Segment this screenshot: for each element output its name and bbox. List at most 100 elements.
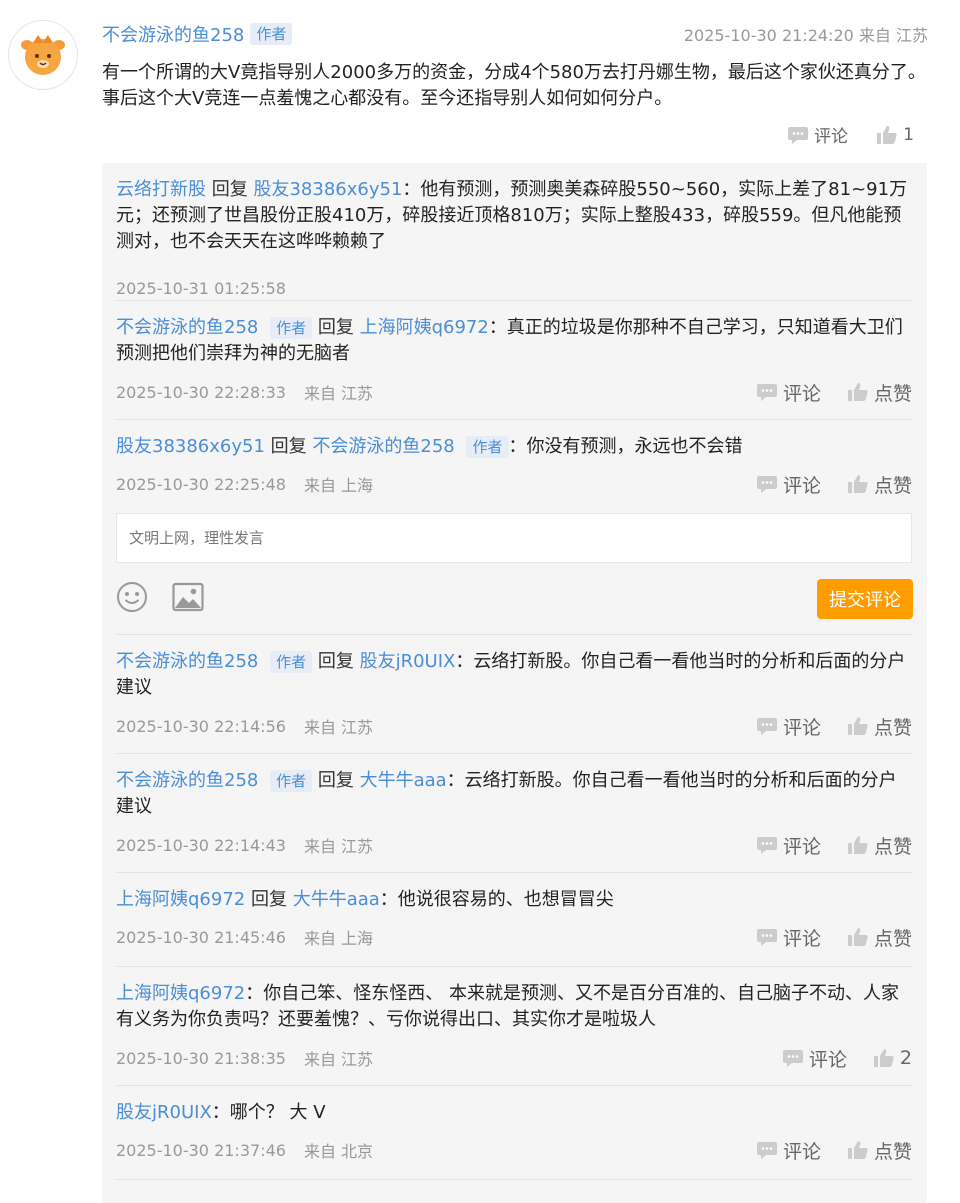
reply-text: ：哪个？ 大 V — [211, 1102, 326, 1123]
reply-target[interactable]: 大牛牛aaa — [360, 770, 447, 791]
comment-icon — [756, 718, 777, 735]
reply-item: 股友jR0UIX：哪个？ 大 V 2025-10-30 21:37:46 来自 … — [116, 1100, 912, 1163]
reply-like-count: 2 — [899, 1047, 912, 1069]
post-actions: 评论 1 — [787, 122, 914, 147]
reply-verb: 回复 — [211, 179, 248, 200]
reply-text: ：他说很容易的、也想冒冒尖 — [379, 889, 614, 910]
reply-comment-button[interactable]: 评论 — [756, 713, 821, 740]
reply-comment-label: 评论 — [808, 1048, 847, 1071]
reply-text: ：你没有预测，永远也不会错 — [508, 436, 743, 457]
reply-user[interactable]: 上海阿姨q6972 — [116, 983, 245, 1004]
reply-comment-button[interactable]: 评论 — [782, 1045, 847, 1072]
comment-icon — [756, 384, 777, 401]
comment-icon — [788, 126, 809, 144]
reply-like-button[interactable]: 2 — [873, 1047, 912, 1069]
post-like-button[interactable]: 1 — [876, 125, 914, 145]
reply-user[interactable]: 上海阿姨q6972 — [116, 889, 245, 910]
reply-item: 股友38386x6y51 回复 不会游泳的鱼258 作者 ：你没有预测，永远也不会… — [116, 434, 912, 497]
divider — [116, 1179, 912, 1180]
reply-comment-label: 评论 — [782, 927, 821, 950]
comment-icon — [756, 476, 777, 493]
reply-like-button[interactable]: 点赞 — [847, 924, 912, 951]
author-badge: 作者 — [466, 436, 509, 458]
reply-location: 来自 江苏 — [303, 1050, 374, 1069]
divider — [116, 872, 912, 873]
reply-location: 来自 北京 — [303, 1142, 374, 1161]
reply-like-button[interactable]: 点赞 — [847, 832, 912, 859]
reply-like-label: 点赞 — [873, 474, 912, 497]
reply-user[interactable]: 云络打新股 — [116, 179, 206, 200]
like-icon — [847, 1141, 868, 1159]
reply-time: 2025-10-30 22:25:48 — [116, 474, 286, 494]
author-badge: 作者 — [270, 770, 313, 792]
post-text: 有一个所谓的大V竟指导别人2000多万的资金，分成4个580万去打丹娜生物，最后… — [102, 62, 926, 109]
comment-input[interactable] — [117, 514, 911, 562]
reply-user[interactable]: 不会游泳的鱼258 — [116, 317, 258, 338]
comment-input-box — [116, 513, 912, 563]
post-timestamp: 2025-10-30 21:24:20 — [683, 26, 854, 45]
reply-user[interactable]: 股友jR0UIX — [116, 1102, 212, 1123]
reply-target[interactable]: 大牛牛aaa — [293, 889, 380, 910]
reply-comment-button[interactable]: 评论 — [756, 379, 821, 406]
like-icon — [847, 836, 868, 854]
reply-like-button[interactable]: 点赞 — [847, 713, 912, 740]
reply-comment-button[interactable]: 评论 — [756, 832, 821, 859]
reply-verb: 回复 — [317, 651, 354, 672]
reply-verb: 回复 — [250, 889, 287, 910]
reply-target[interactable]: 不会游泳的鱼258 — [312, 436, 454, 457]
reply-location: 来自 江苏 — [303, 384, 374, 403]
post-comment-button[interactable]: 评论 — [787, 122, 848, 147]
reply-like-label: 点赞 — [873, 716, 912, 739]
reply-user[interactable]: 股友38386x6y51 — [116, 436, 265, 457]
post-author-name[interactable]: 不会游泳的鱼258 — [102, 21, 244, 47]
reply-location: 来自 江苏 — [303, 837, 374, 856]
reply-user[interactable]: 不会游泳的鱼258 — [116, 770, 258, 791]
reply-like-button[interactable]: 点赞 — [847, 379, 912, 406]
comment-icon — [782, 1050, 803, 1067]
avatar[interactable] — [8, 20, 78, 90]
reply-item: 上海阿姨q6972 回复 大牛牛aaa：他说很容易的、也想冒冒尖 2025-10… — [116, 887, 912, 950]
reply-verb: 回复 — [270, 436, 307, 457]
reply-location: 来自 上海 — [303, 476, 374, 495]
reply-time: 2025-10-30 22:14:43 — [116, 835, 286, 855]
reply-comment-button[interactable]: 评论 — [756, 1137, 821, 1164]
reply-like-button[interactable]: 点赞 — [847, 1137, 912, 1164]
reply-like-label: 点赞 — [873, 927, 912, 950]
image-button[interactable] — [172, 582, 204, 612]
reply-time: 2025-10-30 21:38:35 — [116, 1048, 286, 1068]
reply-target[interactable]: 上海阿姨q6972 — [360, 317, 489, 338]
reply-target[interactable]: 股友38386x6y51 — [253, 179, 402, 200]
reply-like-label: 点赞 — [873, 835, 912, 858]
reply-item: 云络打新股 回复 股友38386x6y51：他有预测，预测奥美森碎股550~56… — [116, 177, 912, 298]
reply-time: 2025-10-30 21:37:46 — [116, 1140, 286, 1160]
reply-comment-label: 评论 — [782, 716, 821, 739]
reply-comment-label: 评论 — [782, 474, 821, 497]
reply-item: 不会游泳的鱼258 作者 回复 大牛牛aaa：云络打新股。你自己看一看他当时的分… — [116, 768, 912, 858]
like-icon — [847, 717, 868, 735]
reply-time: 2025-10-30 22:14:56 — [116, 716, 286, 736]
reply-item: 上海阿姨q6972：你自己笨、怪东怪西、 本来就是预测、又不是百分百准的、自己脑… — [116, 981, 912, 1071]
divider — [116, 300, 912, 301]
like-icon — [847, 928, 868, 946]
reply-comment-button[interactable]: 评论 — [756, 471, 821, 498]
author-badge: 作者 — [250, 23, 293, 45]
like-icon — [847, 383, 868, 401]
reply-like-button[interactable]: 点赞 — [847, 471, 912, 498]
reply-comment-button[interactable]: 评论 — [756, 924, 821, 951]
divider — [116, 966, 912, 967]
submit-comment-button[interactable]: 提交评论 — [817, 579, 913, 619]
comment-icon — [756, 837, 777, 854]
post-location: 来自 江苏 — [858, 26, 928, 45]
post-header: 不会游泳的鱼258 作者 2025-10-30 21:24:20 来自 江苏 — [102, 20, 928, 48]
reply-user[interactable]: 不会游泳的鱼258 — [116, 651, 258, 672]
reply-target[interactable]: 股友jR0UIX — [360, 651, 456, 672]
reply-like-label: 点赞 — [873, 1140, 912, 1163]
author-badge: 作者 — [270, 317, 313, 339]
reply-comment-label: 评论 — [782, 835, 821, 858]
divider — [116, 419, 912, 420]
reply-time: 2025-10-31 01:25:58 — [116, 278, 286, 298]
divider — [116, 1085, 912, 1086]
post-like-count: 1 — [903, 124, 914, 145]
reply-comment-label: 评论 — [782, 1140, 821, 1163]
emoji-button[interactable] — [116, 581, 148, 613]
